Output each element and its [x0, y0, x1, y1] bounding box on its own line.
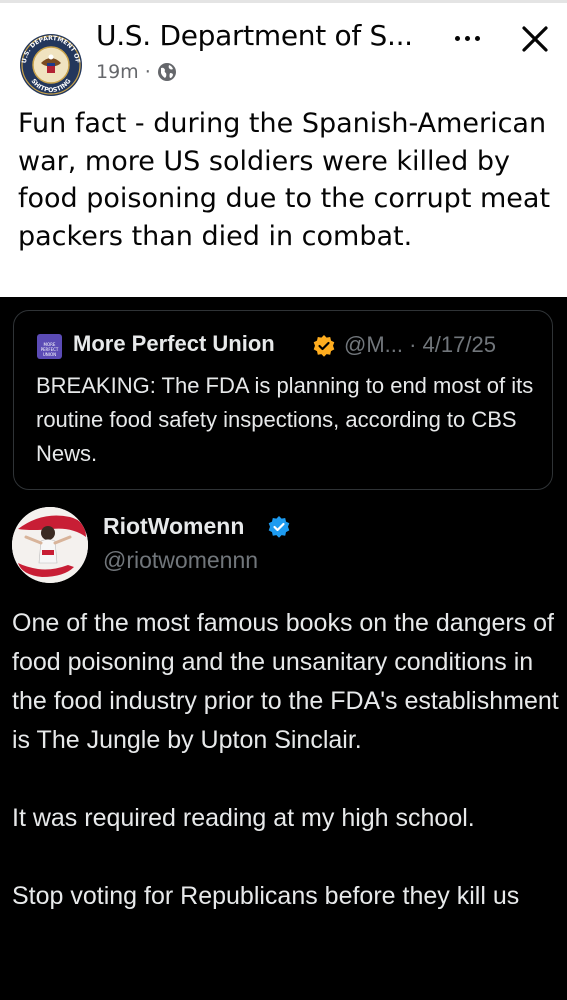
post-text: Fun fact - during the Spanish-American w… [18, 108, 551, 252]
close-icon[interactable] [517, 22, 553, 56]
tweet-paragraph: It was required reading at my high schoo… [12, 804, 475, 832]
more-perfect-union-logo: MORE PERFECT UNION [37, 334, 62, 359]
post-time[interactable]: 19m [96, 61, 139, 83]
meta-separator: · [144, 61, 151, 83]
page-name[interactable]: U.S. Department of S... [96, 19, 413, 52]
tweet-author-handle[interactable]: @riotwomennn [103, 547, 258, 574]
tweet-paragraph: One of the most famous books on the dang… [12, 609, 559, 754]
quoted-tweet[interactable]: MORE PERFECT UNION More Perfect Union @M… [13, 310, 553, 490]
quoted-account-name[interactable]: More Perfect Union [73, 331, 275, 357]
more-options-icon[interactable] [449, 23, 485, 53]
tweet-body: One of the most famous books on the dang… [12, 604, 560, 916]
globe-icon [157, 63, 176, 81]
post-meta: 19m · [96, 61, 177, 83]
verified-badge-icon [313, 335, 335, 357]
tweet-author-name[interactable]: RiotWomenn [103, 513, 244, 540]
quoted-handle-date: @M... · 4/17/25 [344, 332, 496, 357]
avatar[interactable] [12, 507, 88, 583]
quoted-tweet-text: BREAKING: The FDA is planning to end mos… [36, 373, 534, 466]
tweet-paragraph: Stop voting for Republicans before they … [12, 882, 520, 910]
verified-badge-icon [268, 516, 290, 538]
avatar-image [12, 507, 88, 583]
facebook-post: U.S. DEPARTMENT OF SHITPOSTING U.S. Depa… [0, 3, 567, 297]
department-seal-icon: U.S. DEPARTMENT OF SHITPOSTING [20, 34, 82, 96]
